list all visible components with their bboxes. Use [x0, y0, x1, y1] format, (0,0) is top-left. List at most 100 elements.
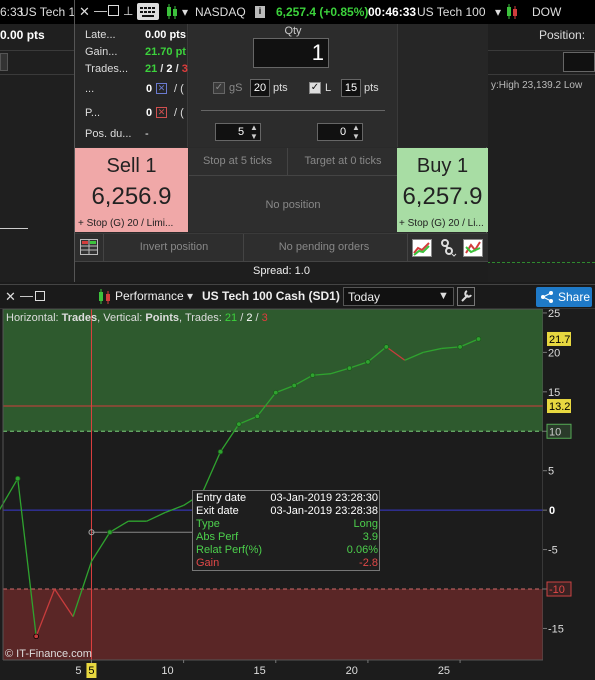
guaranteed-stop-checkbox[interactable]: ✓	[213, 82, 225, 94]
grid-table-icon[interactable]	[80, 239, 98, 255]
stat-pos-duration: Pos. du... -	[85, 128, 185, 140]
info-horizontal: Trades	[62, 312, 97, 324]
trade-marker	[33, 633, 39, 640]
tooltip-row: Type Long	[196, 518, 378, 530]
tooltip-row: Gain -2.8	[196, 557, 378, 569]
buy-price: 6,257.9	[402, 183, 483, 210]
sell-label: Sell 1	[106, 155, 157, 177]
close-box-icon[interactable]: ✕	[156, 107, 167, 118]
limit-checkbox[interactable]: ✓	[309, 82, 321, 94]
tooltip-value: 03-Jan-2019 23:28:38	[270, 505, 378, 517]
close-icon[interactable]: ✕	[5, 289, 16, 305]
limit-points-input[interactable]: 15	[341, 79, 361, 97]
limit-unit: pts	[364, 82, 379, 94]
x-tick-label: 15	[254, 665, 266, 677]
tooltip-row: Relat Perf(%) 0.06%	[196, 544, 378, 556]
divider	[487, 50, 595, 51]
ticket-instrument[interactable]: US Tech 100 C	[417, 5, 485, 19]
y-value-tag-label: -10	[549, 584, 565, 596]
left-window-instrument[interactable]: US Tech 1	[20, 5, 75, 19]
connection-settings-icon[interactable]	[439, 238, 457, 258]
tooltip-label: Exit date	[196, 505, 239, 517]
share-button[interactable]: Share	[536, 287, 592, 307]
stop-ticks-button[interactable]: Stop at 5 ticks	[189, 155, 286, 167]
index-name[interactable]: NASDAQ	[195, 5, 246, 19]
spin-arrows-icon[interactable]: ▲ ▼	[250, 123, 258, 141]
info-separator: /	[252, 312, 261, 324]
tooltip-label: Gain	[196, 557, 220, 569]
period-dropdown[interactable]: Today ▼	[343, 287, 454, 306]
divider	[0, 74, 74, 75]
performance-chart-icon[interactable]	[412, 239, 432, 257]
info-prefix: Horizontal:	[6, 312, 62, 324]
stop-ticks-stepper[interactable]: 5 ▲ ▼	[215, 123, 261, 141]
target-ticks-stepper[interactable]: 0 ▲ ▼	[317, 123, 363, 141]
watermark: © IT-Finance.com	[5, 648, 92, 660]
background-window-right: ▾ DOW Position: y:High 23,139.2 Low	[487, 0, 595, 282]
chevron-down-icon[interactable]: ▾	[495, 5, 501, 19]
maximize-icon[interactable]	[35, 291, 45, 301]
minimize-icon[interactable]: —	[20, 288, 33, 303]
trade-marker	[309, 372, 316, 378]
trade-marker	[107, 529, 113, 535]
y-tick-label: 5	[548, 466, 554, 478]
stop-points-input[interactable]: 20	[250, 79, 270, 97]
index-value: 6,257.4 (+0.85%)	[276, 5, 369, 19]
close-icon[interactable]: ✕	[79, 4, 90, 20]
stop-unit: pts	[273, 82, 288, 94]
guaranteed-stop-label: gS	[229, 82, 243, 94]
stat-value: 0	[146, 83, 153, 95]
stat-label: Pos. du...	[85, 128, 132, 140]
buy-button[interactable]: Buy 1 6,257.9 + Stop (G) 20 / Li...	[397, 148, 488, 232]
chevron-down-icon[interactable]: ▾	[187, 289, 193, 303]
ticket-right-panel	[397, 24, 488, 147]
chart-instrument[interactable]: US Tech 100 Cash (SD1)	[202, 289, 340, 303]
tooltip-value: -2.8	[359, 557, 378, 569]
info-icon[interactable]: i	[255, 6, 265, 18]
keyboard-icon[interactable]	[137, 3, 159, 20]
chevron-down-icon[interactable]: ▾	[182, 5, 188, 19]
tooltip-row: Entry date 03-Jan-2019 23:28:30	[196, 492, 378, 504]
info-separator: /	[237, 312, 246, 324]
tooltip-row: Exit date 03-Jan-2019 23:28:38	[196, 505, 378, 517]
right-window-instrument[interactable]: DOW	[532, 5, 561, 19]
invert-position-button[interactable]: Invert position	[105, 241, 243, 253]
y-tick-label: 20	[548, 347, 560, 359]
close-box-icon[interactable]: ✕	[156, 83, 167, 94]
profit-zone	[3, 309, 543, 432]
trade-analysis-icon[interactable]	[463, 239, 483, 257]
candlestick-icon[interactable]	[505, 3, 519, 21]
share-label: Share	[558, 290, 591, 304]
maximize-icon[interactable]	[108, 5, 119, 16]
target-ticks-button[interactable]: Target at 0 ticks	[289, 155, 397, 167]
tooltip-value: 03-Jan-2019 23:28:30	[270, 492, 378, 504]
position-field[interactable]	[563, 52, 595, 72]
stat-extra: / (	[174, 107, 184, 119]
left-window-line	[0, 228, 28, 229]
candlestick-icon[interactable]	[97, 288, 113, 306]
losses-count: 3	[181, 63, 188, 75]
divider	[0, 50, 74, 51]
share-icon	[541, 291, 553, 303]
x-tick-label: 5	[75, 665, 81, 677]
performance-tool-label[interactable]: Performance	[115, 289, 184, 303]
qty-label: Qty	[284, 25, 302, 37]
scroll-handle[interactable]	[0, 53, 8, 71]
position-label: Position:	[539, 28, 586, 42]
candlestick-icon[interactable]	[165, 3, 179, 21]
chart-scroll-text: y:High 23,139.2 Low	[491, 80, 583, 91]
stat-value: 0.00 pts	[145, 29, 186, 41]
stat-label: Trades...	[85, 63, 128, 75]
stat-label: P...	[85, 107, 101, 119]
info-vertical: Points	[145, 312, 179, 324]
trade-marker	[291, 382, 297, 389]
trade-marker	[15, 475, 21, 482]
pin-icon[interactable]: ⊥	[123, 4, 133, 18]
period-value: Today	[348, 290, 381, 304]
spin-arrows-icon[interactable]: ▲ ▼	[352, 123, 360, 141]
wrench-settings-icon[interactable]	[457, 287, 475, 306]
sell-button[interactable]: Sell 1 6,256.9 + Stop (G) 20 / Limi...	[75, 148, 188, 232]
quantity-input[interactable]: 1	[253, 38, 329, 68]
spread-text: Spread: 1.0	[75, 265, 488, 277]
minimize-icon[interactable]: —	[94, 3, 107, 18]
